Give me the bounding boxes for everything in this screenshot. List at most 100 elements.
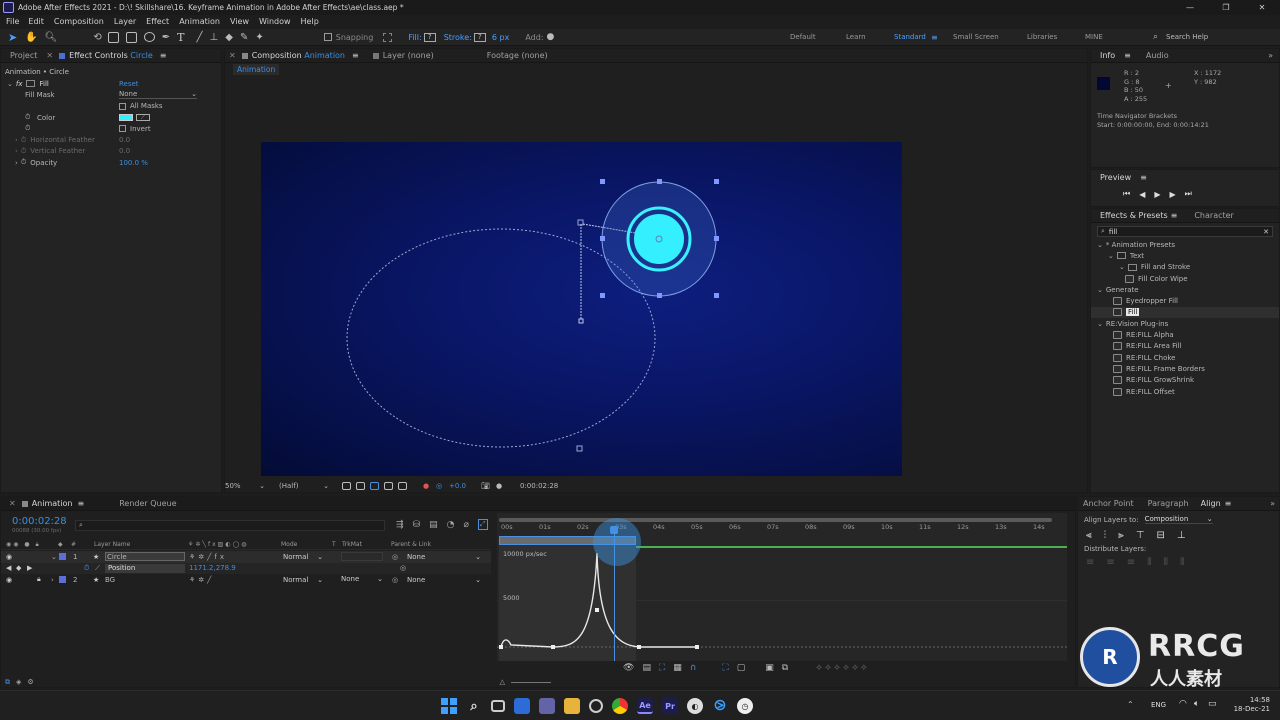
- ellipse-tool-icon[interactable]: [143, 32, 155, 42]
- shy-layers-icon[interactable]: ⌀: [463, 520, 468, 530]
- workspace-mine[interactable]: MINE: [1085, 33, 1103, 41]
- menu-item-file[interactable]: File: [0, 17, 23, 26]
- panel-menu-icon[interactable]: ≡: [160, 51, 167, 60]
- expand-arrow-icon[interactable]: ⌄: [1119, 263, 1125, 271]
- bounding-box-handle[interactable]: [657, 293, 662, 298]
- zoom-tool-icon[interactable]: 🔍︎: [45, 32, 58, 43]
- tab-align[interactable]: Align: [1201, 499, 1225, 508]
- transparency-grid-icon[interactable]: [356, 482, 365, 490]
- stopwatch-icon[interactable]: ⏱: [21, 158, 26, 167]
- preset-item[interactable]: RE:FILL Choke: [1091, 352, 1279, 363]
- snap-icon[interactable]: ▦: [673, 663, 682, 673]
- layer-row[interactable]: ◉ 🔒︎ › 2 ★ BG ⚘✲╱ Normal ⌄ None ⌄ ◎ None ⌄: [1, 574, 491, 586]
- next-frame-icon[interactable]: ▶︎: [1170, 190, 1176, 199]
- clone-stamp-tool-icon[interactable]: ⊥: [210, 32, 219, 43]
- panel-menu-icon[interactable]: ≡: [352, 51, 359, 60]
- region-of-interest-icon[interactable]: [342, 482, 351, 490]
- tab-footage[interactable]: Footage (none): [478, 51, 557, 60]
- panel-menu-icon[interactable]: ≡: [1225, 499, 1232, 508]
- comp-sub-tab[interactable]: Animation: [233, 63, 280, 75]
- preset-item[interactable]: RE:FILL GrowShrink: [1091, 375, 1279, 386]
- edit-keyframe-icon[interactable]: ⧉: [782, 663, 788, 673]
- horizontal-feather-value[interactable]: 0.0: [119, 136, 130, 144]
- preset-item[interactable]: ⌄ Generate: [1091, 284, 1279, 295]
- close-button[interactable]: ✕: [1244, 3, 1280, 12]
- keyframe-handle[interactable]: [695, 645, 699, 649]
- eyedropper-icon[interactable]: ⟋: [136, 114, 150, 122]
- exposure-icon[interactable]: ◎: [436, 482, 442, 490]
- grid-icon[interactable]: [398, 482, 407, 490]
- stopwatch-icon[interactable]: ⏱: [84, 564, 89, 573]
- stopwatch-icon[interactable]: ⏱: [25, 124, 30, 133]
- hand-tool-icon[interactable]: ✋: [25, 32, 37, 43]
- exposure-value[interactable]: +0.0: [449, 482, 466, 490]
- tab-effects-presets[interactable]: Effects & Presets: [1091, 211, 1171, 220]
- separate-dimensions-icon[interactable]: ▣: [765, 663, 774, 673]
- panel-menu-icon[interactable]: ≡: [1171, 211, 1178, 220]
- workspace-menu-icon[interactable]: ≡: [931, 33, 938, 42]
- tab-render-queue[interactable]: Render Queue: [110, 499, 185, 508]
- tab-anchor-point[interactable]: Anchor Point: [1078, 499, 1148, 508]
- menu-item-layer[interactable]: Layer: [109, 17, 141, 26]
- bounding-box-handle[interactable]: [600, 293, 605, 298]
- expand-arrow-icon[interactable]: ⌄: [1097, 241, 1103, 249]
- preset-item[interactable]: ⌄ * Animation Presets: [1091, 239, 1279, 250]
- layer-star-icon[interactable]: ★: [93, 553, 99, 561]
- selection-tool-icon[interactable]: ➤: [8, 31, 17, 44]
- guides-icon[interactable]: [384, 482, 393, 490]
- fit-all-icon[interactable]: ▢: [737, 663, 746, 673]
- expand-arrow-icon[interactable]: ⌄: [1108, 252, 1114, 260]
- snapping-checkbox[interactable]: [323, 33, 332, 41]
- show-properties-icon[interactable]: 👁︎: [623, 663, 634, 673]
- workspace-learn[interactable]: Learn: [846, 33, 866, 41]
- close-tab-icon[interactable]: ✕: [229, 51, 236, 60]
- minimize-button[interactable]: —: [1172, 3, 1208, 12]
- stopwatch-icon[interactable]: ⏱: [21, 136, 26, 145]
- distribute-left-icon[interactable]: ⦀: [1147, 557, 1151, 568]
- blend-mode-dropdown[interactable]: Normal ⌄: [283, 576, 323, 584]
- frame-blending-icon[interactable]: ▤: [429, 520, 438, 530]
- clock[interactable]: 14:58 18-Dec-21: [1230, 696, 1270, 714]
- circle-layer-fill[interactable]: [634, 214, 684, 264]
- blend-mode-dropdown[interactable]: Normal ⌄: [283, 553, 323, 561]
- tab-character[interactable]: Character: [1185, 211, 1243, 220]
- tab-composition[interactable]: Composition Animation: [252, 51, 348, 60]
- align-bottom-icon[interactable]: ⊥: [1177, 530, 1186, 541]
- effects-search-input[interactable]: fill: [1109, 228, 1117, 236]
- property-row[interactable]: ◀︎ ◆ ▶︎ ⏱ ⟋ Position 1171.2,278.9 ◎: [1, 562, 491, 574]
- premiere-taskbar-icon[interactable]: Pr: [662, 698, 678, 714]
- preset-item[interactable]: ⌄ Text: [1091, 250, 1279, 261]
- label-color-swatch[interactable]: [59, 576, 66, 584]
- rotate-tool-icon[interactable]: ⟲: [93, 32, 101, 43]
- align-h-center-icon[interactable]: ⫶: [1104, 530, 1107, 541]
- render-time-icon[interactable]: ⧉: [5, 678, 10, 687]
- battery-icon[interactable]: ▭: [1208, 699, 1217, 709]
- prev-keyframe-icon[interactable]: ◀︎: [6, 564, 11, 572]
- menu-item-help[interactable]: Help: [296, 17, 324, 26]
- vertical-feather-value[interactable]: 0.0: [119, 147, 130, 155]
- task-view-icon[interactable]: [491, 700, 505, 712]
- expand-icon[interactable]: ◈: [16, 678, 21, 686]
- mask-visibility-icon[interactable]: [370, 482, 379, 490]
- menu-item-window[interactable]: Window: [254, 17, 296, 26]
- preset-item[interactable]: Fill: [1091, 306, 1279, 319]
- fill-swatch[interactable]: ?: [423, 32, 436, 42]
- layer-name[interactable]: BG: [105, 576, 115, 584]
- workspace-default[interactable]: Default: [790, 33, 816, 41]
- volume-icon[interactable]: 🔈︎: [1194, 699, 1199, 709]
- camera-tool-icon[interactable]: [107, 31, 119, 43]
- timeline-search-field[interactable]: ⌕: [75, 520, 385, 531]
- fx-icon[interactable]: fx: [16, 80, 23, 88]
- expand-arrow-icon[interactable]: ›: [51, 576, 54, 584]
- menu-item-view[interactable]: View: [225, 17, 254, 26]
- expand-arrow-icon[interactable]: ⌄: [1097, 286, 1103, 294]
- color-channels-icon[interactable]: ●: [423, 482, 429, 490]
- distribute-top-icon[interactable]: ≡: [1086, 557, 1094, 568]
- puppet-tool-icon[interactable]: ✦: [255, 32, 263, 43]
- panel-menu-icon[interactable]: ≡: [1140, 173, 1147, 182]
- preset-item[interactable]: RE:FILL Alpha: [1091, 329, 1279, 340]
- workspace-standard[interactable]: Standard: [894, 33, 926, 41]
- show-snapshot-icon[interactable]: ●: [496, 482, 502, 490]
- draft-3d-icon[interactable]: ⛁: [413, 520, 421, 530]
- comp-viewer[interactable]: [261, 142, 902, 476]
